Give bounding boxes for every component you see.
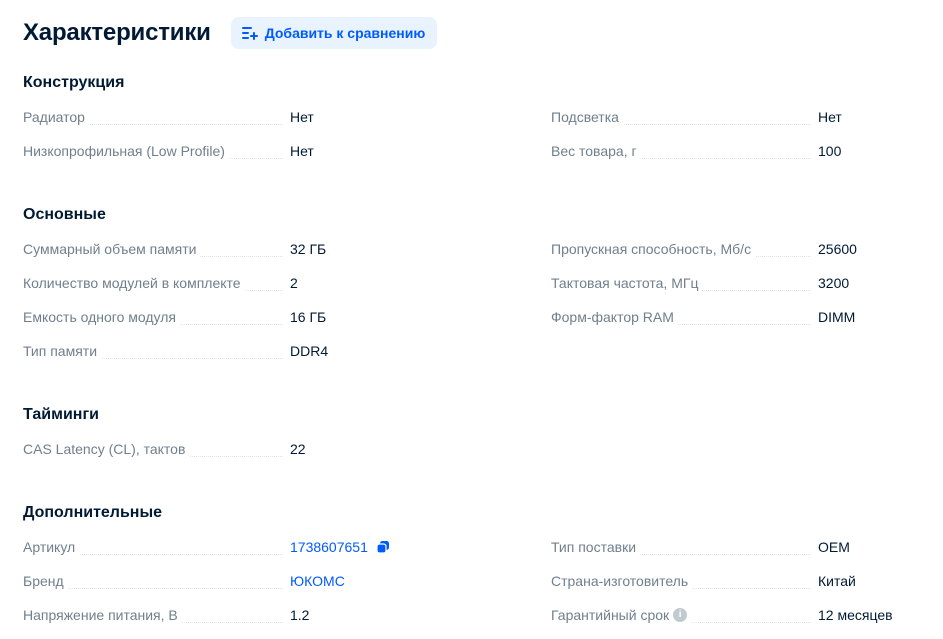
page-title: Характеристики xyxy=(23,19,211,46)
spec-label: CAS Latency (CL), тактов xyxy=(23,441,190,457)
spec-label: Форм-фактор RAM xyxy=(551,309,678,325)
info-icon[interactable]: i xyxy=(673,608,688,623)
spec-label: Бренд xyxy=(23,573,68,589)
section-title-construction: Конструкция xyxy=(23,74,125,91)
spec-row: Радиатор Нет Подсветка Нет xyxy=(23,107,899,127)
add-to-compare-button[interactable]: Добавить к сравнению xyxy=(230,17,438,49)
spec-label: Вес товара, г xyxy=(551,143,641,159)
spec-row: Тип памяти DDR4 xyxy=(23,341,899,361)
spec-label: Гарантийный срок xyxy=(551,607,670,623)
header: Характеристики Добавить к сравнению xyxy=(23,17,438,49)
spec-label: Подсветка xyxy=(551,109,623,125)
spec-value: 22 xyxy=(290,441,306,457)
spec-label: Страна-изготовитель xyxy=(551,573,693,589)
spec-label: Тип поставки xyxy=(551,539,641,555)
add-to-compare-label: Добавить к сравнению xyxy=(264,25,426,41)
spec-row: Артикул 1738607651 Тип поставки OEM xyxy=(23,537,899,557)
section-title-main: Основные xyxy=(23,206,106,223)
spec-row: CAS Latency (CL), тактов 22 xyxy=(23,439,899,459)
copy-icon[interactable] xyxy=(376,540,390,554)
spec-value: 25600 xyxy=(818,241,857,257)
spec-value: Нет xyxy=(290,143,314,159)
spec-row: Суммарный объем памяти 32 ГБ Пропускная … xyxy=(23,239,899,259)
section-construction: Конструкция Радиатор Нет Подсветка Нет Н… xyxy=(23,72,923,159)
article-value[interactable]: 1738607651 xyxy=(290,537,390,557)
spec-label: Радиатор xyxy=(23,109,89,125)
spec-label: Напряжение питания, В xyxy=(23,607,182,623)
spec-value: 16 ГБ xyxy=(290,309,327,325)
section-title-additional: Дополнительные xyxy=(23,504,163,521)
spec-label: Тактовая частота, МГц xyxy=(551,275,703,291)
spec-value: 1.2 xyxy=(290,607,310,623)
spec-row: Бренд ЮКОМС Страна-изготовитель Китай xyxy=(23,571,899,591)
spec-label: Количество модулей в комплекте xyxy=(23,275,245,291)
spec-value: Нет xyxy=(290,109,314,125)
spec-value: 12 месяцев xyxy=(818,607,893,623)
spec-value: DDR4 xyxy=(290,343,329,359)
spec-label: Пропускная способность, Мб/с xyxy=(551,241,756,257)
spec-row: Низкопрофильная (Low Profile) Нет Вес то… xyxy=(23,141,899,161)
list-add-icon xyxy=(241,27,258,40)
spec-value: Нет xyxy=(818,109,842,125)
spec-value: 2 xyxy=(290,275,298,291)
spec-label: Артикул xyxy=(23,539,80,555)
spec-value: DIMM xyxy=(818,309,856,325)
spec-label: Емкость одного модуля xyxy=(23,309,180,325)
section-additional: Дополнительные Артикул 1738607651 Тип по… xyxy=(23,502,923,623)
section-main: Основные Суммарный объем памяти 32 ГБ Пр… xyxy=(23,204,923,359)
brand-link[interactable]: ЮКОМС xyxy=(290,571,345,591)
section-title-timings: Тайминги xyxy=(23,406,99,423)
spec-value: OEM xyxy=(818,539,850,555)
section-timings: Тайминги CAS Latency (CL), тактов 22 xyxy=(23,404,923,457)
spec-row: Напряжение питания, В 1.2 Гарантийный ср… xyxy=(23,605,899,625)
spec-value: Китай xyxy=(818,573,856,589)
spec-value: 3200 xyxy=(818,275,850,291)
spec-row: Количество модулей в комплекте 2 Тактова… xyxy=(23,273,899,293)
spec-value: 100 xyxy=(818,143,842,159)
spec-value: 32 ГБ xyxy=(290,241,327,257)
spec-row: Емкость одного модуля 16 ГБ Форм-фактор … xyxy=(23,307,899,327)
spec-label: Низкопрофильная (Low Profile) xyxy=(23,143,229,159)
article-number[interactable]: 1738607651 xyxy=(290,537,368,557)
spec-label: Тип памяти xyxy=(23,343,102,359)
spec-label: Суммарный объем памяти xyxy=(23,241,201,257)
